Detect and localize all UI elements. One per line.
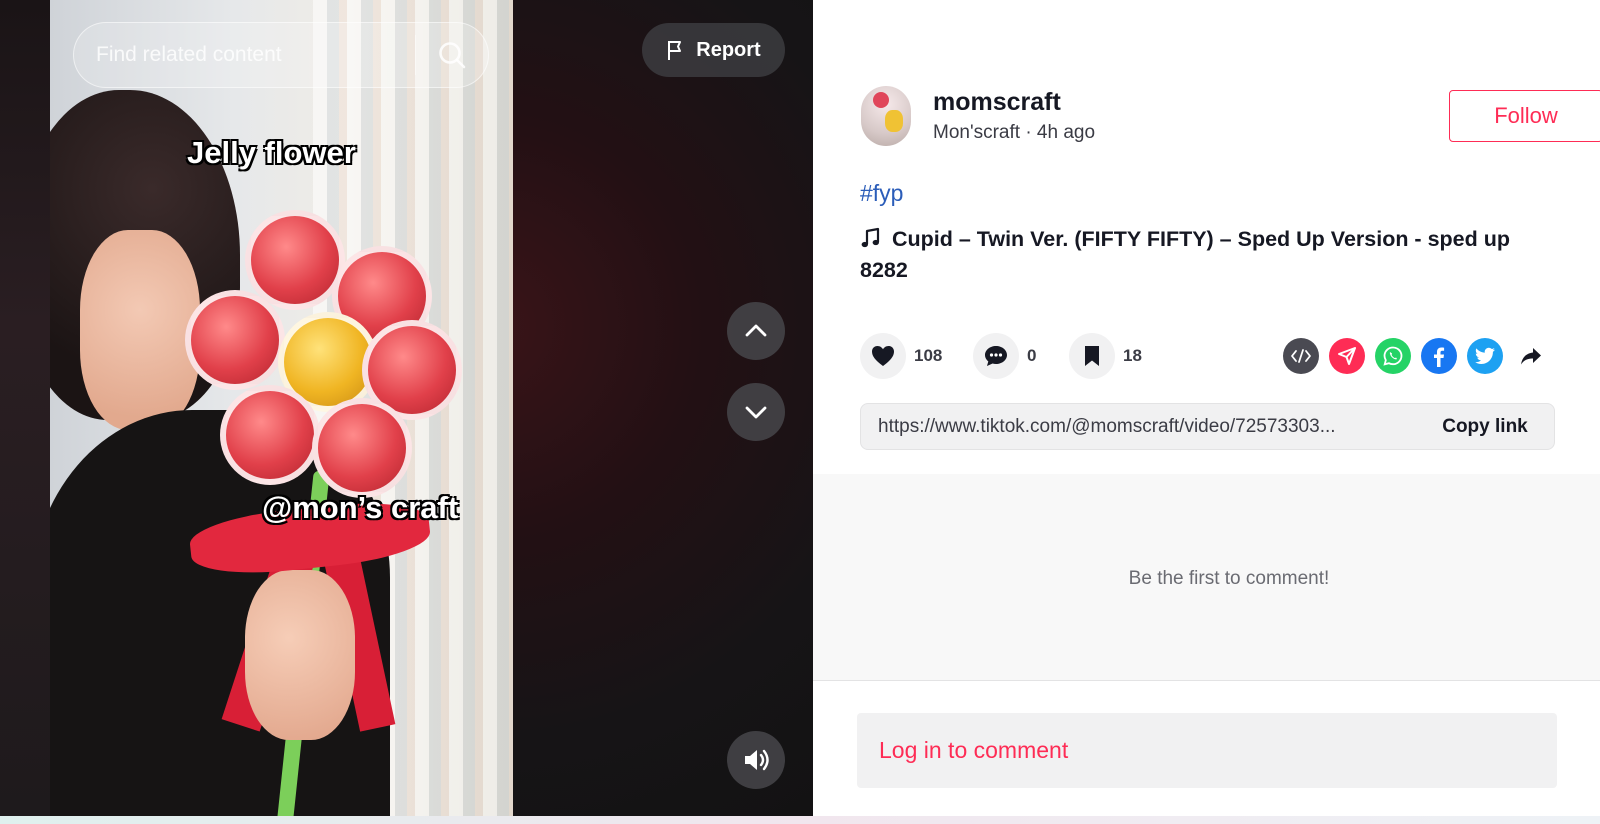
jelly-cup bbox=[312, 398, 412, 498]
volume-icon bbox=[745, 749, 769, 771]
avatar[interactable] bbox=[861, 86, 911, 146]
video-background-blur bbox=[0, 0, 50, 816]
report-button[interactable]: Report bbox=[642, 23, 785, 77]
empty-comments-message: Be the first to comment! bbox=[1128, 568, 1330, 589]
video-panel: Jelly flower @mon’s craft Report bbox=[0, 0, 813, 816]
like-count: 108 bbox=[914, 346, 943, 365]
music-title: Cupid – Twin Ver. (FIFTY FIFTY) – Sped U… bbox=[860, 227, 1510, 282]
video-info-panel: momscraft Mon'scraft · 4h ago Follow #fy… bbox=[813, 0, 1600, 816]
video-girl-face bbox=[80, 230, 200, 430]
previous-video-button[interactable] bbox=[727, 302, 785, 360]
avatar-detail bbox=[873, 92, 889, 108]
video-caption-title: Jelly flower bbox=[187, 135, 356, 170]
chevron-up-icon bbox=[745, 324, 767, 337]
video-link-url[interactable]: https://www.tiktok.com/@momscraft/video/… bbox=[861, 416, 1416, 438]
heart-icon bbox=[872, 346, 894, 366]
music-link[interactable]: Cupid – Twin Ver. (FIFTY FIFTY) – Sped U… bbox=[860, 224, 1540, 286]
related-search-bar bbox=[73, 22, 489, 88]
embed-icon[interactable] bbox=[1283, 338, 1319, 374]
volume-button[interactable] bbox=[727, 731, 785, 789]
action-bar: 108 0 18 bbox=[860, 332, 1555, 380]
comment-count: 0 bbox=[1027, 346, 1037, 365]
jelly-cup bbox=[220, 385, 320, 485]
copy-link-button[interactable]: Copy link bbox=[1416, 416, 1554, 438]
music-note-icon bbox=[860, 224, 886, 255]
comment-icon-wrap bbox=[973, 333, 1019, 379]
search-icon bbox=[439, 42, 466, 69]
chevron-down-icon bbox=[745, 406, 767, 419]
jelly-cup bbox=[185, 290, 285, 390]
share-arrow-icon[interactable] bbox=[1513, 338, 1549, 374]
save-icon-wrap bbox=[1069, 333, 1115, 379]
comments-section: Be the first to comment! bbox=[813, 474, 1600, 681]
video-player[interactable]: Jelly flower @mon’s craft bbox=[50, 0, 513, 816]
video-caption-credit: @mon’s craft bbox=[262, 490, 459, 525]
comment-icon bbox=[985, 346, 1007, 366]
like-button[interactable]: 108 bbox=[860, 332, 942, 380]
page-bottom-edge bbox=[0, 816, 1600, 824]
save-button[interactable]: 18 bbox=[1069, 332, 1142, 380]
whatsapp-icon[interactable] bbox=[1375, 338, 1411, 374]
related-search-input[interactable] bbox=[74, 23, 415, 87]
bookmark-icon bbox=[1085, 346, 1099, 366]
flag-icon bbox=[668, 41, 682, 60]
like-icon-wrap bbox=[860, 333, 906, 379]
search-button[interactable] bbox=[416, 23, 488, 87]
login-to-comment-button[interactable]: Log in to comment bbox=[857, 713, 1557, 788]
author-username[interactable]: momscraft bbox=[933, 88, 1061, 117]
twitter-icon[interactable] bbox=[1467, 338, 1503, 374]
jelly-cup bbox=[245, 210, 345, 310]
next-video-button[interactable] bbox=[727, 383, 785, 441]
login-to-comment-label: Log in to comment bbox=[879, 737, 1069, 763]
follow-button[interactable]: Follow bbox=[1449, 90, 1600, 142]
author-row: momscraft Mon'scraft · 4h ago Follow bbox=[861, 86, 1600, 146]
save-count: 18 bbox=[1123, 346, 1142, 365]
tiktok-video-page: Jelly flower @mon’s craft Report bbox=[0, 0, 1600, 824]
report-label: Report bbox=[696, 38, 761, 61]
video-hand bbox=[245, 570, 355, 740]
send-icon[interactable] bbox=[1329, 338, 1365, 374]
comment-button[interactable]: 0 bbox=[973, 332, 1036, 380]
video-link-box: https://www.tiktok.com/@momscraft/video/… bbox=[860, 403, 1555, 450]
facebook-icon[interactable] bbox=[1421, 338, 1457, 374]
hashtag-link[interactable]: #fyp bbox=[860, 180, 903, 207]
avatar-detail bbox=[885, 110, 903, 132]
author-subtitle: Mon'scraft · 4h ago bbox=[933, 122, 1096, 143]
